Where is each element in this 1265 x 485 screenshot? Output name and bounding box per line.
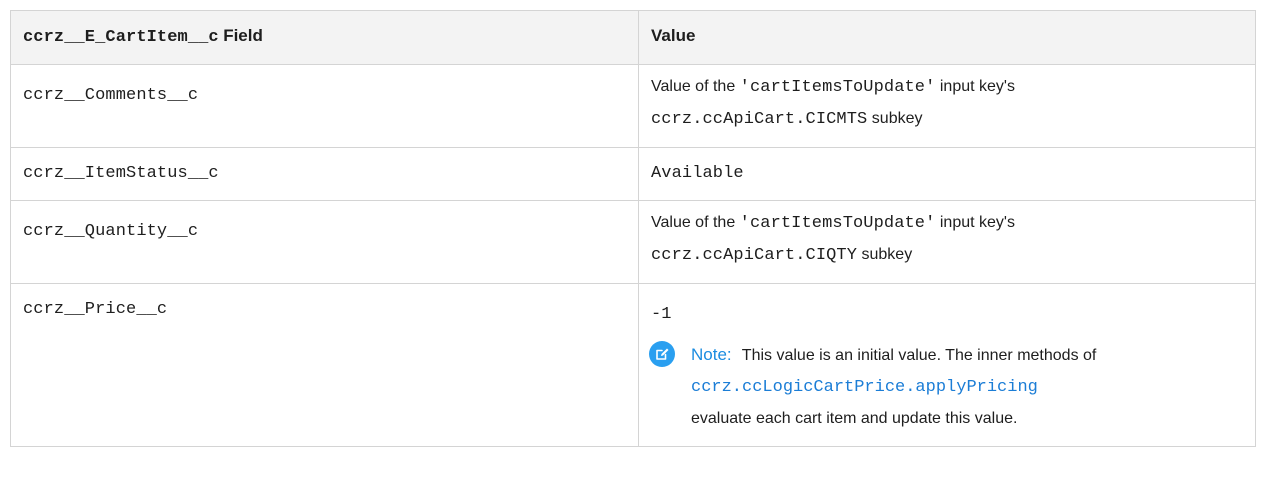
header-field-word: Field [223, 26, 263, 45]
table-row: ccrz__Quantity__c Value of the 'cartItem… [10, 200, 1256, 284]
value-end: subkey [861, 246, 913, 263]
header-field-cell: ccrz__E_CartItem__c Field [10, 10, 639, 65]
header-value: Value [651, 26, 696, 45]
header-value-cell: Value [638, 10, 1256, 65]
table-header-row: ccrz__E_CartItem__c Field Value [10, 10, 1256, 65]
field-name: ccrz__ItemStatus__c [23, 164, 219, 183]
value-suffix: input key's [939, 214, 1015, 231]
value-prefix: Value of the [651, 214, 736, 231]
table-row: ccrz__Price__c -1 Note: This value is an… [10, 283, 1256, 447]
value-key: 'cartItemsToUpdate' [739, 78, 936, 97]
header-field-code: ccrz__E_CartItem__c [23, 28, 219, 47]
apply-pricing-link[interactable]: ccrz.ccLogicCartPrice.applyPricing [691, 378, 1038, 397]
value-suffix: input key's [939, 78, 1015, 95]
value-text: Available [651, 164, 744, 183]
note-label: Note: [691, 345, 732, 364]
note-text-before: This value is an initial value. The inne… [741, 347, 1097, 364]
value-text: -1 [651, 305, 672, 324]
note-callout: Note: This value is an initial value. Th… [649, 339, 1243, 434]
field-cell: ccrz__ItemStatus__c [10, 147, 639, 201]
value-end: subkey [871, 110, 923, 127]
value-key: 'cartItemsToUpdate' [739, 214, 936, 233]
value-cell: Available [638, 147, 1256, 201]
field-cell: ccrz__Quantity__c [10, 200, 639, 284]
note-edit-icon [649, 341, 675, 367]
field-name: ccrz__Comments__c [23, 86, 199, 105]
field-value-table: ccrz__E_CartItem__c Field Value ccrz__Co… [10, 10, 1256, 447]
field-name: ccrz__Price__c [23, 300, 168, 319]
value-prefix: Value of the [651, 78, 736, 95]
value-subkey: ccrz.ccApiCart.CIQTY [651, 246, 858, 265]
value-cell: -1 Note: This value is an initial value.… [638, 283, 1256, 447]
field-cell: ccrz__Comments__c [10, 64, 639, 148]
field-name: ccrz__Quantity__c [23, 222, 199, 241]
value-cell: Value of the 'cartItemsToUpdate' input k… [638, 64, 1256, 148]
table-row: ccrz__Comments__c Value of the 'cartItem… [10, 64, 1256, 148]
field-cell: ccrz__Price__c [10, 283, 639, 447]
table-row: ccrz__ItemStatus__c Available [10, 147, 1256, 201]
value-cell: Value of the 'cartItemsToUpdate' input k… [638, 200, 1256, 284]
value-subkey: ccrz.ccApiCart.CICMTS [651, 110, 868, 129]
note-text-after: evaluate each cart item and update this … [691, 410, 1018, 427]
